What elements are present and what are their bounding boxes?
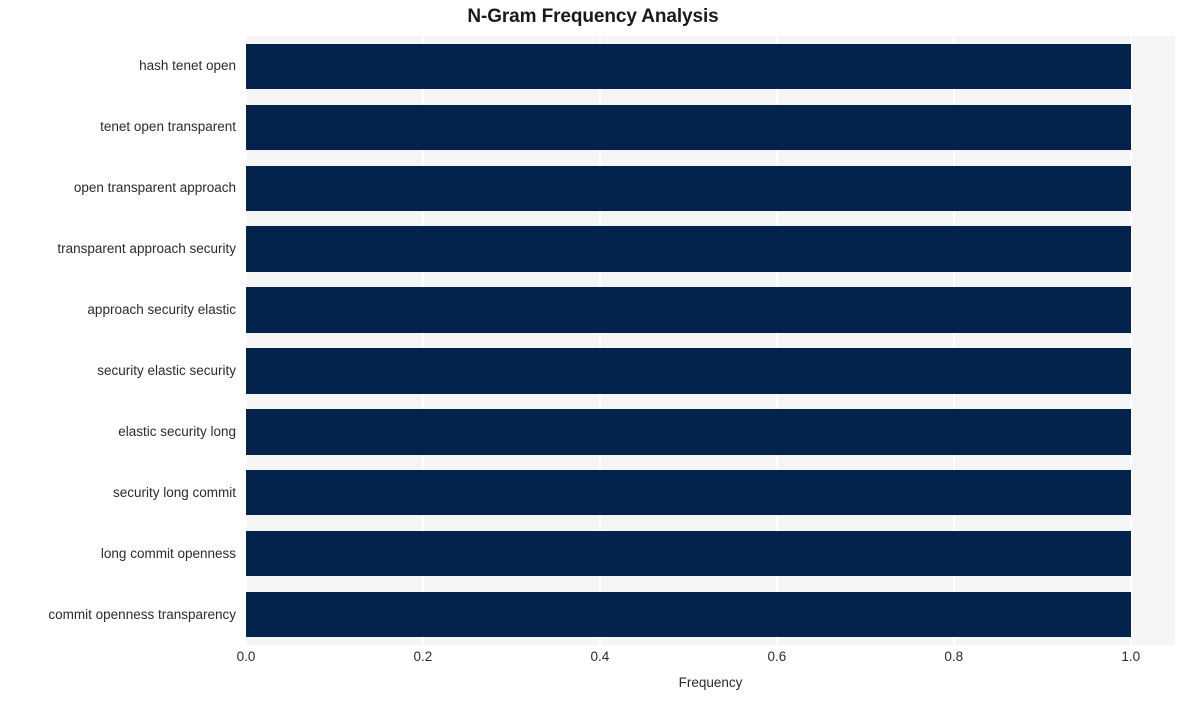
y-axis-tick-label: long commit openness xyxy=(100,545,236,561)
bar xyxy=(246,470,1131,516)
x-axis-tick-labels: 0.0 0.2 0.4 0.6 0.8 1.0 xyxy=(0,650,1186,672)
chart-figure: N-Gram Frequency Analysis hash tenet ope… xyxy=(0,0,1186,701)
bar xyxy=(246,591,1131,638)
x-axis-tick-label: 0.8 xyxy=(944,649,964,664)
y-axis-tick-label: open transparent approach xyxy=(73,180,236,196)
x-axis-tick-label: 0.4 xyxy=(590,649,610,664)
bar xyxy=(246,104,1131,151)
y-axis-tick-label: hash tenet open xyxy=(139,58,236,74)
x-axis-tick-label: 0.6 xyxy=(767,649,787,664)
y-axis-tick-label: elastic security long xyxy=(118,423,236,439)
bars-group xyxy=(246,36,1175,645)
bar xyxy=(246,226,1131,272)
plot-area xyxy=(246,36,1175,645)
y-axis-tick-label: security elastic security xyxy=(97,362,236,378)
y-axis-tick-label: commit openness transparency xyxy=(48,606,236,622)
x-axis-tick-label: 1.0 xyxy=(1121,649,1141,664)
y-axis-tick-labels: hash tenet open tenet open transparent ope… xyxy=(0,36,236,645)
x-axis-label: Frequency xyxy=(678,675,743,690)
bar xyxy=(246,287,1131,333)
bar xyxy=(246,348,1131,394)
bar xyxy=(246,165,1131,211)
y-axis-tick-label: approach security elastic xyxy=(87,302,236,318)
bar xyxy=(246,43,1131,90)
x-axis-tick-label: 0.0 xyxy=(236,649,256,664)
bar xyxy=(246,409,1131,455)
y-axis-tick-label: transparent approach security xyxy=(57,241,236,257)
chart-title: N-Gram Frequency Analysis xyxy=(467,6,719,27)
y-axis-tick-label: tenet open transparent xyxy=(100,119,236,135)
x-axis-tick-label: 0.2 xyxy=(413,649,433,664)
y-axis-tick-label: security long commit xyxy=(112,484,236,500)
bar xyxy=(246,530,1131,577)
